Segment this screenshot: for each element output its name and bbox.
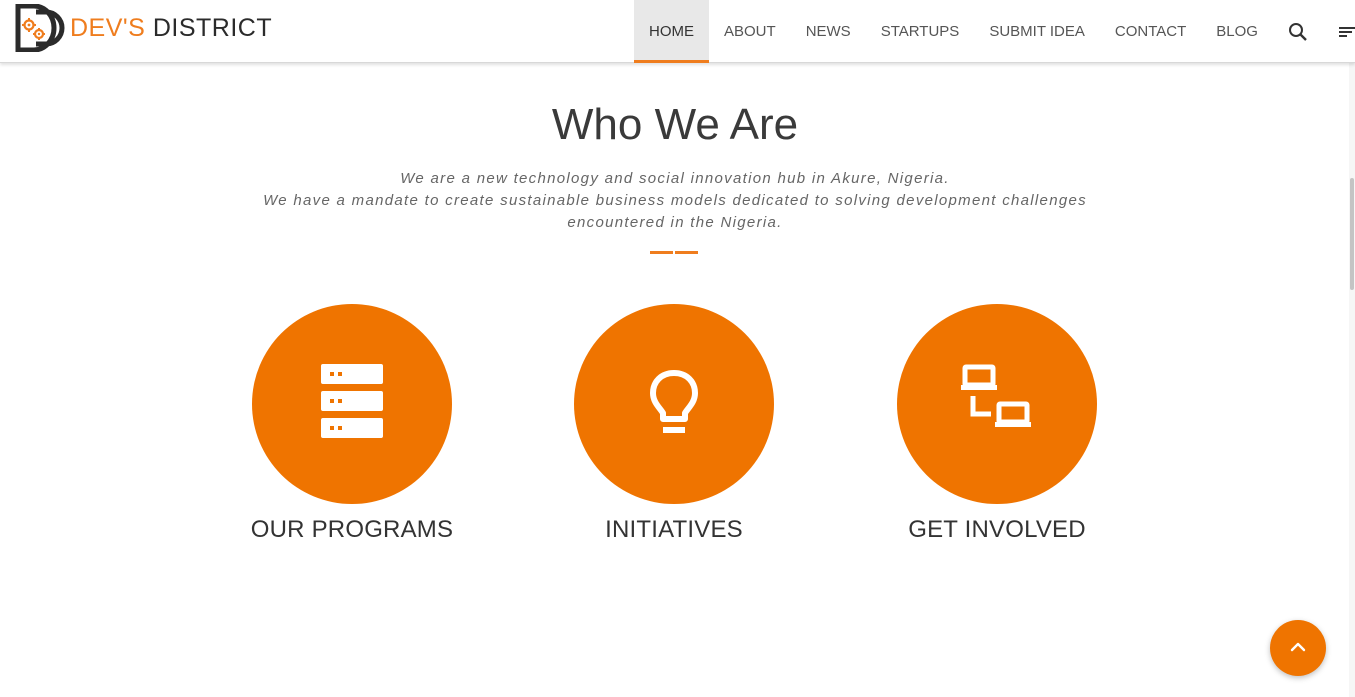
nav-item-news[interactable]: NEWS [791, 0, 866, 63]
section-description-line2: We have a mandate to create sustainable … [263, 192, 1087, 231]
top-navbar: DEV'S DISTRICT HOME ABOUT NEWS STARTUPS … [0, 0, 1355, 63]
section-title: Who We Are [551, 100, 799, 149]
feature-circle-initiatives[interactable] [574, 304, 774, 504]
section-description-line1: We are a new technology and social innov… [400, 170, 950, 187]
nav-item-submit-idea[interactable]: SUBMIT IDEA [974, 0, 1100, 63]
feature-label-our-programs[interactable]: OUR PROGRAMS [232, 516, 472, 544]
section-divider [650, 251, 698, 254]
brand-logo[interactable]: DEV'S DISTRICT [12, 3, 272, 53]
main-nav: HOME ABOUT NEWS STARTUPS SUBMIT IDEA CON… [634, 0, 1355, 63]
nav-item-about[interactable]: ABOUT [709, 0, 791, 63]
feature-label-get-involved[interactable]: GET INVOLVED [877, 516, 1117, 544]
feature-circle-our-programs[interactable] [252, 304, 452, 504]
brand-name-devs: DEV'S [70, 14, 146, 42]
feature-get-involved: GET INVOLVED [877, 304, 1117, 544]
nav-item-home[interactable]: HOME [634, 0, 709, 63]
scrollbar-thumb[interactable] [1350, 178, 1354, 290]
brand-name-district: DISTRICT [152, 14, 273, 42]
feature-circle-get-involved[interactable] [897, 304, 1097, 504]
section-description: We are a new technology and social innov… [225, 168, 1125, 234]
network-computers-icon [959, 364, 1035, 445]
back-to-top-button[interactable] [1270, 620, 1326, 676]
chevron-up-icon [1290, 639, 1306, 657]
nav-item-contact[interactable]: CONTACT [1100, 0, 1201, 63]
page-scrollbar[interactable] [1349, 63, 1355, 697]
brand-logo-mark [12, 3, 68, 53]
menu-icon[interactable] [1323, 0, 1355, 63]
brand-name: DEV'S DISTRICT [70, 4, 272, 52]
feature-label-initiatives[interactable]: INITIATIVES [554, 516, 794, 544]
nav-item-blog[interactable]: BLOG [1201, 0, 1273, 63]
nav-item-startups[interactable]: STARTUPS [866, 0, 975, 63]
feature-initiatives: INITIATIVES [554, 304, 794, 544]
feature-our-programs: OUR PROGRAMS [232, 304, 472, 544]
search-icon[interactable] [1273, 0, 1323, 63]
lightbulb-icon [649, 369, 699, 440]
server-stack-icon [321, 363, 383, 445]
